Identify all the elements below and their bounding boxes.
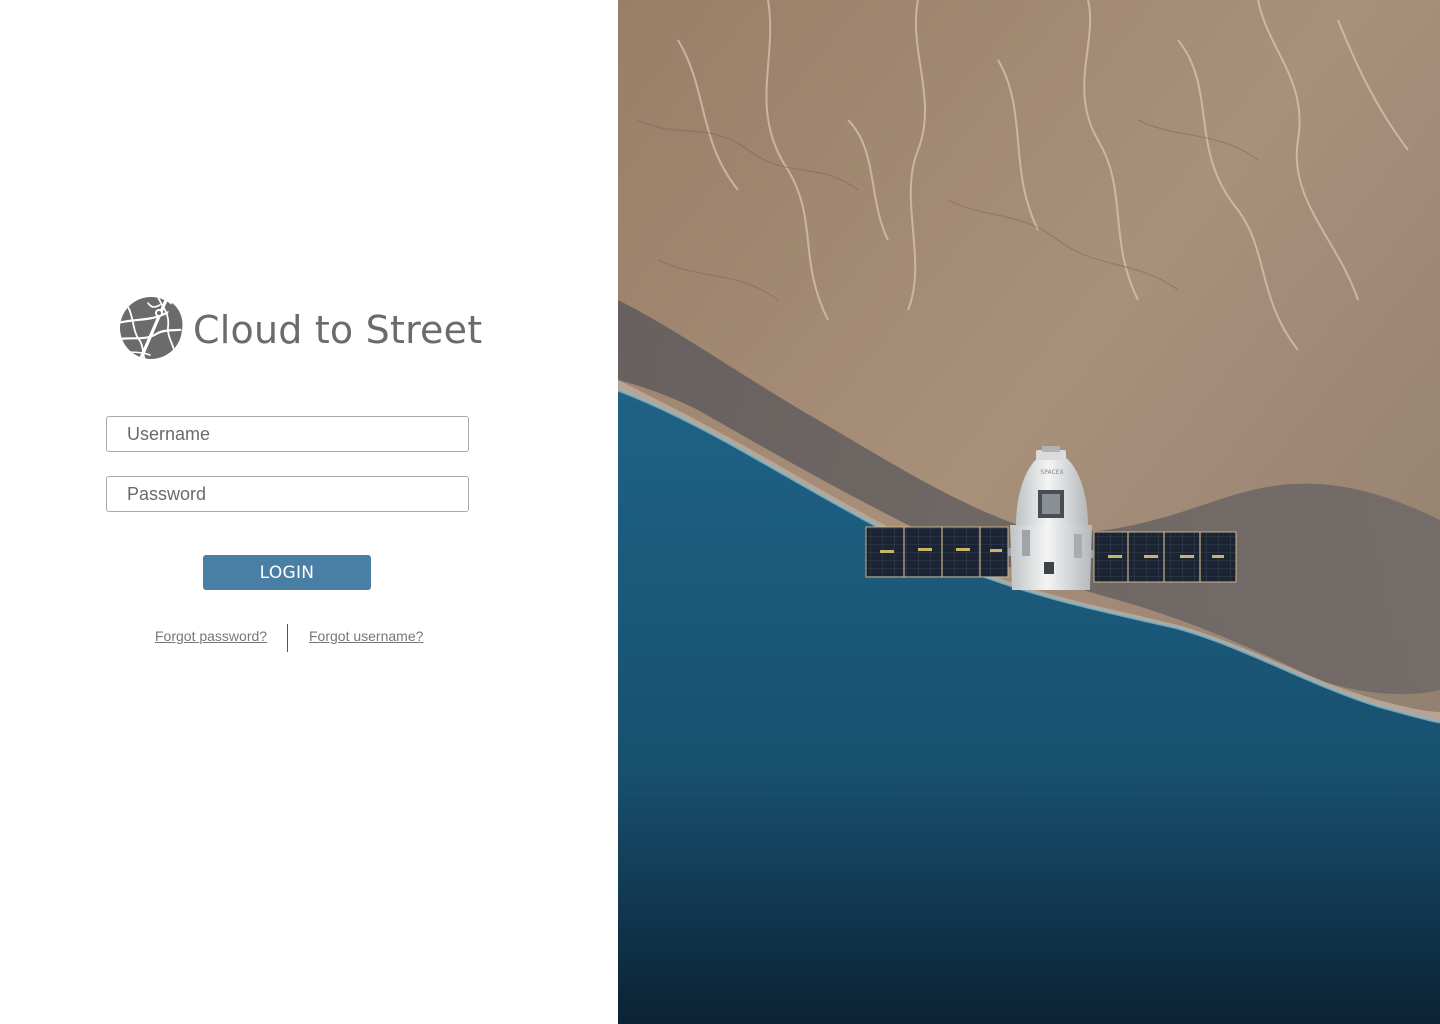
satellite-over-coastline-image: SPACEX bbox=[618, 0, 1440, 1024]
username-input[interactable] bbox=[106, 416, 469, 452]
brand-name: Cloud to Street bbox=[193, 308, 483, 352]
forgot-password-link[interactable]: Forgot password? bbox=[155, 628, 267, 644]
account-recovery-links: Forgot password? Forgot username? bbox=[0, 624, 618, 652]
links-divider bbox=[287, 624, 288, 652]
login-button[interactable]: LOGIN bbox=[203, 555, 371, 590]
login-panel: Cloud to Street LOGIN Forgot password? F… bbox=[0, 0, 618, 1024]
brand-logo: Cloud to Street bbox=[118, 292, 482, 364]
password-input[interactable] bbox=[106, 476, 469, 512]
hero-image: SPACEX bbox=[618, 0, 1440, 1024]
login-page: Cloud to Street LOGIN Forgot password? F… bbox=[0, 0, 1440, 1024]
forgot-username-link[interactable]: Forgot username? bbox=[309, 628, 423, 644]
globe-leaf-icon bbox=[120, 297, 183, 359]
capsule-label: SPACEX bbox=[1040, 469, 1063, 476]
